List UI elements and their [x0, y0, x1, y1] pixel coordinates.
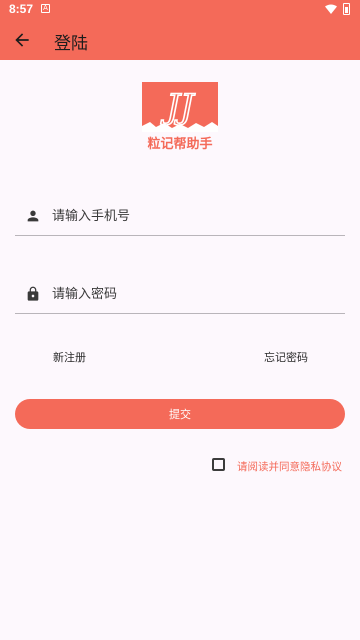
- submit-button[interactable]: 提交: [15, 399, 345, 429]
- logo-brand-text: 粒记帮助手: [147, 136, 212, 152]
- notification-icon: A: [41, 4, 50, 13]
- page-title: 登陆: [54, 34, 88, 54]
- phone-input[interactable]: [52, 202, 337, 230]
- battery-icon: [343, 3, 350, 15]
- register-link[interactable]: 新注册: [53, 349, 86, 365]
- forgot-password-link[interactable]: 忘记密码: [264, 349, 308, 365]
- password-input[interactable]: [52, 280, 337, 308]
- password-field: [15, 274, 345, 314]
- app-logo: JJ 粒记帮助手: [142, 82, 218, 152]
- logo-letters: JJ: [160, 87, 196, 127]
- agreement-checkbox[interactable]: [212, 458, 225, 471]
- phone-field: [15, 196, 345, 236]
- app-bar: 登陆: [0, 20, 360, 60]
- status-time: 8:57: [9, 2, 34, 16]
- person-icon: [27, 210, 39, 222]
- arrow-left-icon[interactable]: [12, 30, 32, 50]
- privacy-agreement-link[interactable]: 请阅读并同意隐私协议: [237, 459, 342, 474]
- status-bar: 8:57 A: [0, 0, 360, 20]
- lock-icon: [27, 286, 39, 301]
- wifi-icon: [325, 4, 337, 14]
